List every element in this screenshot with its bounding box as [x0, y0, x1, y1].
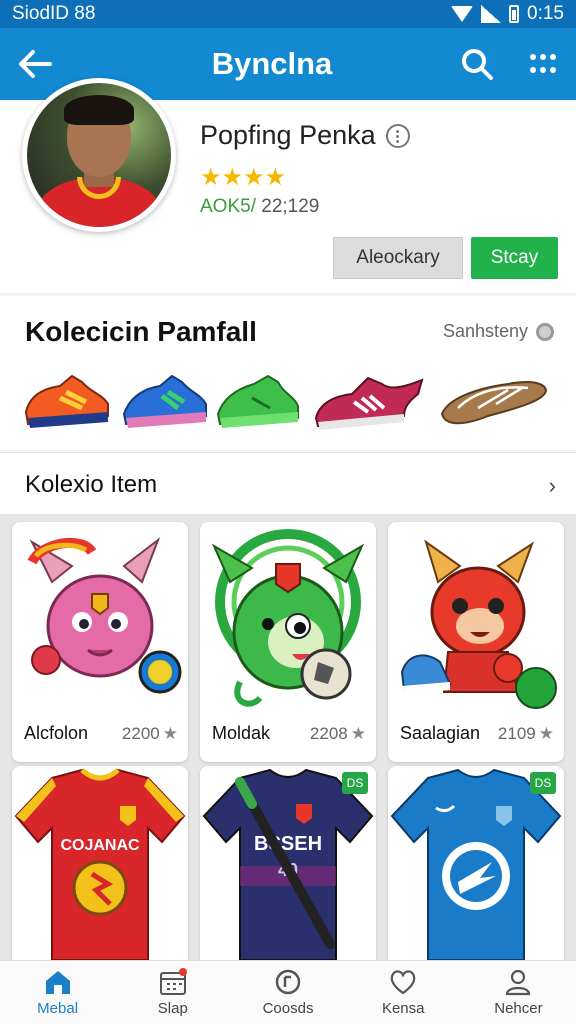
svg-text:COJANAC: COJANAC [60, 837, 140, 854]
item-points: 2109 ★ [498, 724, 554, 744]
shoe-row [20, 368, 560, 438]
clock: 0:15 [527, 3, 564, 24]
nav-favorites[interactable]: Kensa [346, 961, 461, 1024]
search-icon [462, 49, 493, 80]
collection-side-label: Sanhsteny [442, 321, 528, 341]
item-points-value: 2109 [497, 724, 536, 743]
green-sneaker-icon[interactable] [212, 368, 304, 434]
item-badge: DS [530, 772, 556, 794]
item-card[interactable]: Alcfolon 2200 ★ [12, 522, 188, 762]
stats-secondary: 22;129 [255, 196, 320, 217]
primary-button[interactable]: Stcay [471, 237, 558, 279]
collection-title: Kolecicin Pamfall [25, 316, 257, 347]
item-card[interactable]: DS [388, 766, 564, 960]
coin-icon [275, 969, 301, 995]
wifi-icon [451, 6, 474, 22]
status-bar: SiodID 88 0:15 [0, 0, 576, 28]
item-card[interactable]: COJANAC [12, 766, 188, 960]
nav-coins[interactable]: Coosds [230, 961, 345, 1024]
navy-jersey-art: BƐSEH 40 [202, 768, 374, 960]
status-icons: 0:15 [451, 3, 564, 25]
arrow-left-icon [19, 50, 52, 78]
rating-stars: ★★★★ [200, 164, 287, 191]
items-title: Kolexio Item [25, 471, 158, 498]
person-icon [506, 969, 531, 996]
nav-calendar[interactable]: Slap [115, 961, 230, 1024]
item-card[interactable]: Saalagian 2109 ★ [388, 522, 564, 762]
info-icon[interactable]: ⋮ [385, 123, 410, 148]
item-points-value: 2208 [309, 724, 348, 743]
red-creature-art [400, 539, 557, 709]
item-badge: DS [342, 772, 368, 794]
signal-icon [481, 5, 502, 23]
profile-name-row: Popfing Penka ⋮ [200, 120, 410, 151]
toggle-icon [536, 322, 554, 341]
pink-creature-art [27, 537, 182, 694]
bottom-navigation: Mebal Slap Coosds Kensa Nehcer [0, 960, 576, 1024]
profile-stats: AOK5/ 22;129 [200, 196, 319, 218]
nav-home-label: Mebal [37, 1000, 79, 1017]
blue-jersey-art [390, 768, 562, 960]
home-icon [45, 971, 70, 994]
nav-calendar-label: Slap [157, 1000, 188, 1017]
stats-primary: AOK5/ [200, 196, 256, 217]
battery-icon [509, 5, 520, 23]
heart-icon [390, 970, 416, 995]
svg-text:BƐSEH: BƐSEH [254, 833, 322, 855]
nav-home[interactable]: Mebal [0, 961, 115, 1024]
star-icon: ★ [538, 724, 554, 743]
item-name: Saalagian [400, 723, 481, 743]
avatar[interactable] [22, 78, 176, 232]
calendar-icon [159, 968, 187, 995]
item-points: 2200 ★ [122, 724, 178, 744]
green-creature-art [211, 529, 365, 707]
items-header[interactable]: Kolexio Item › [0, 452, 576, 514]
carrier-text: SiodID 88 [12, 3, 96, 24]
item-card[interactable]: Moldak 2208 ★ [200, 522, 376, 762]
search-button[interactable] [444, 28, 510, 100]
collection-filter[interactable]: Sanhsteny [443, 321, 554, 342]
nav-profile-label: Nehcer [494, 1000, 543, 1017]
item-points-value: 2200 [121, 724, 160, 743]
brown-sandal-icon[interactable] [438, 368, 550, 434]
nav-favorites-label: Kensa [381, 1000, 425, 1017]
avatar-photo [27, 83, 171, 227]
collection-section: Kolecicin Pamfall Sanhsteny [0, 296, 576, 450]
star-icon: ★ [162, 724, 178, 743]
grid-dots-icon [530, 54, 556, 73]
profile-name: Popfing Penka [200, 120, 376, 150]
chevron-right-icon: › [548, 473, 556, 498]
item-name: Moldak [212, 723, 271, 743]
items-grid: Alcfolon 2200 ★ Moldak 2208 ★ Saalagian … [0, 514, 576, 960]
item-card[interactable]: BƐSEH 40 DS [200, 766, 376, 960]
blue-sneaker-icon[interactable] [118, 368, 210, 434]
secondary-button[interactable]: Aleockary [333, 237, 463, 279]
profile-card: Popfing Penka ⋮ ★★★★ AOK5/ 22;129 Aleock… [0, 78, 576, 293]
red-jersey-art: COJANAC [14, 768, 186, 960]
more-button[interactable] [510, 28, 576, 100]
item-points: 2208 ★ [310, 724, 366, 744]
red-sneaker-icon[interactable] [310, 368, 430, 434]
item-name: Alcfolon [24, 723, 89, 743]
app-title: Byncl­na [211, 46, 333, 81]
nav-profile[interactable]: Nehcer [461, 961, 576, 1024]
nav-coins-label: Coosds [262, 1000, 314, 1017]
orange-sneaker-icon[interactable] [20, 368, 112, 434]
star-icon: ★ [350, 724, 366, 743]
